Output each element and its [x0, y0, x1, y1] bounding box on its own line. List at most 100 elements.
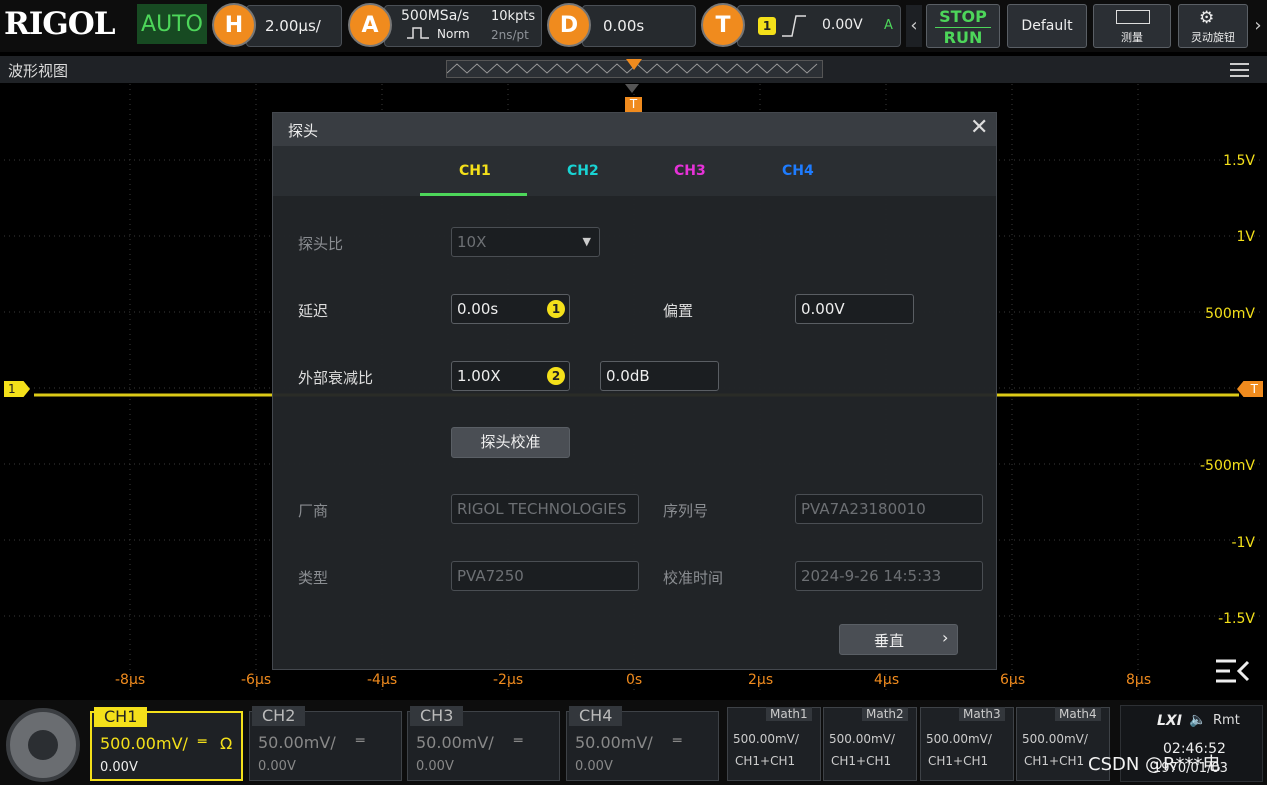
- waveform-view-header: 波形视图: [0, 56, 1267, 83]
- ch4-offset: 0.00V: [575, 759, 613, 774]
- math4-expr: CH1+CH1: [1024, 754, 1085, 768]
- dc-coupling-icon: ═: [514, 733, 523, 749]
- gear-icon: ⚙: [1199, 8, 1215, 28]
- y-label: -1V: [1231, 535, 1255, 551]
- ch4-scale: 50.00mV/: [575, 733, 653, 752]
- stop-label: STOP: [939, 7, 987, 26]
- knob-button[interactable]: ⚙ 灵动旋钮: [1178, 4, 1248, 48]
- x-label: 0s: [626, 672, 643, 688]
- ch3-offset: 0.00V: [416, 759, 454, 774]
- trigger-sweep: A: [884, 18, 893, 33]
- chevron-left-icon[interactable]: ‹: [906, 5, 922, 47]
- math3-panel[interactable]: Math3 500.00mV/ CH1+CH1: [920, 707, 1014, 781]
- ch3-scale: 50.00mV/: [416, 733, 494, 752]
- math1-scale: 500.00mV/: [733, 732, 799, 746]
- x-label: -6μs: [241, 672, 272, 688]
- tab-ch4[interactable]: CH4: [782, 163, 814, 179]
- view-title: 波形视图: [8, 62, 69, 80]
- tab-ch1[interactable]: CH1: [459, 163, 491, 179]
- measure-button[interactable]: 测量: [1093, 4, 1171, 48]
- vendor-field: RIGOL TECHNOLOGIES: [451, 494, 639, 524]
- x-label: -8μs: [115, 672, 146, 688]
- trigger-level: 0.00V: [822, 17, 863, 33]
- delay-input-value: 0.00s: [457, 300, 499, 318]
- type-label: 类型: [298, 569, 329, 587]
- y-label: -500mV: [1200, 458, 1255, 474]
- horizontal-badge[interactable]: H: [212, 3, 256, 47]
- caret-down-icon: ▼: [582, 235, 591, 248]
- auto-button[interactable]: AUTO: [137, 4, 207, 44]
- collapse-menu-icon[interactable]: [1214, 658, 1250, 684]
- offset-label: 偏置: [663, 302, 694, 320]
- serial-field: PVA7A23180010: [795, 494, 983, 524]
- math1-tag: Math1: [766, 707, 812, 721]
- ch1-panel[interactable]: CH1 500.00mV/ ═ Ω 0.00V: [90, 707, 243, 781]
- x-label: -2μs: [493, 672, 524, 688]
- acquire-panel[interactable]: 500MSa/s Norm 10kpts 2ns/pt: [384, 5, 542, 47]
- home-gear-icon[interactable]: [6, 708, 80, 782]
- calibration-time-field: 2024-9-26 14:5:33: [795, 561, 983, 591]
- ruler-icon: [1116, 10, 1150, 24]
- x-label: -4μs: [367, 672, 398, 688]
- ch4-panel[interactable]: CH4 50.00mV/ ═ 0.00V: [566, 706, 719, 781]
- x-label: 6μs: [1000, 672, 1026, 688]
- trigger-source: 1: [758, 17, 776, 35]
- tab-ch3[interactable]: CH3: [674, 163, 706, 179]
- probe-calibration-button[interactable]: 探头校准: [451, 427, 570, 458]
- math1-panel[interactable]: Math1 500.00mV/ CH1+CH1: [727, 707, 821, 781]
- horizontal-scale-value: 2.00μs/: [265, 17, 321, 35]
- menu-icon[interactable]: [1230, 63, 1249, 77]
- knob-1-icon: 1: [547, 300, 565, 318]
- delay-panel[interactable]: 0.00s: [582, 5, 696, 47]
- vendor-value: RIGOL TECHNOLOGIES: [457, 500, 627, 518]
- trigger-time-marker[interactable]: T: [625, 97, 642, 112]
- acquire-badge[interactable]: A: [348, 3, 392, 47]
- stop-run-button[interactable]: STOP RUN: [926, 4, 1000, 48]
- delay-input[interactable]: 0.00s 1: [451, 294, 570, 324]
- lxi-label: LXI: [1157, 713, 1182, 729]
- sample-rate: 500MSa/s: [401, 8, 470, 24]
- dc-coupling-icon: ═: [198, 734, 207, 750]
- delay-badge[interactable]: D: [547, 3, 591, 47]
- horizontal-scale[interactable]: 2.00μs/: [246, 5, 342, 47]
- ch3-tag: CH3: [410, 706, 464, 726]
- run-label: RUN: [943, 28, 983, 47]
- trigger-badge[interactable]: T: [701, 3, 745, 47]
- ch1-scale: 500.00mV/: [100, 734, 188, 753]
- ch1-offset: 0.00V: [100, 760, 138, 775]
- close-icon[interactable]: ✕: [970, 115, 988, 140]
- measure-label: 测量: [1121, 31, 1143, 44]
- chevron-right-icon[interactable]: ›: [1250, 5, 1266, 47]
- math4-tag: Math4: [1055, 707, 1101, 721]
- dialog-header: 探头 ✕: [273, 113, 996, 146]
- math1-expr: CH1+CH1: [735, 754, 796, 768]
- trigger-panel[interactable]: 1 0.00V A: [737, 5, 901, 47]
- speaker-icon[interactable]: 🔈: [1189, 712, 1206, 728]
- probe-ratio-label: 探头比: [298, 235, 344, 253]
- ch1-impedance: Ω: [220, 734, 233, 753]
- type-value: PVA7250: [457, 567, 524, 585]
- math3-scale: 500.00mV/: [926, 732, 992, 746]
- serial-label: 序列号: [663, 502, 709, 520]
- math2-panel[interactable]: Math2 500.00mV/ CH1+CH1: [823, 707, 917, 781]
- dialog-title: 探头: [288, 122, 319, 140]
- dc-coupling-icon: ═: [356, 733, 365, 749]
- tab-ch2[interactable]: CH2: [567, 163, 599, 179]
- vertical-button[interactable]: 垂直 ›: [839, 624, 958, 655]
- probe-ratio-value: 10X: [457, 233, 487, 251]
- ext-attenuation-db-value: 0.0dB: [606, 367, 650, 385]
- channel-tabs: CH1 CH2 CH3 CH4: [273, 146, 996, 196]
- ch3-panel[interactable]: CH3 50.00mV/ ═ 0.00V: [407, 706, 560, 781]
- ch2-panel[interactable]: CH2 50.00mV/ ═ 0.00V: [249, 706, 402, 781]
- ext-attenuation-db-input[interactable]: 0.0dB: [600, 361, 719, 391]
- math3-expr: CH1+CH1: [928, 754, 989, 768]
- math3-tag: Math3: [959, 707, 1005, 721]
- probe-ratio-select[interactable]: 10X ▼: [451, 227, 600, 257]
- ext-attenuation-input[interactable]: 1.00X 2: [451, 361, 570, 391]
- default-button[interactable]: Default: [1007, 4, 1087, 48]
- calibration-time-value: 2024-9-26 14:5:33: [801, 567, 942, 585]
- ext-attenuation-label: 外部衰减比: [298, 369, 374, 387]
- ch2-scale: 50.00mV/: [258, 733, 336, 752]
- dc-coupling-icon: ═: [673, 733, 682, 749]
- offset-input[interactable]: 0.00V: [795, 294, 914, 324]
